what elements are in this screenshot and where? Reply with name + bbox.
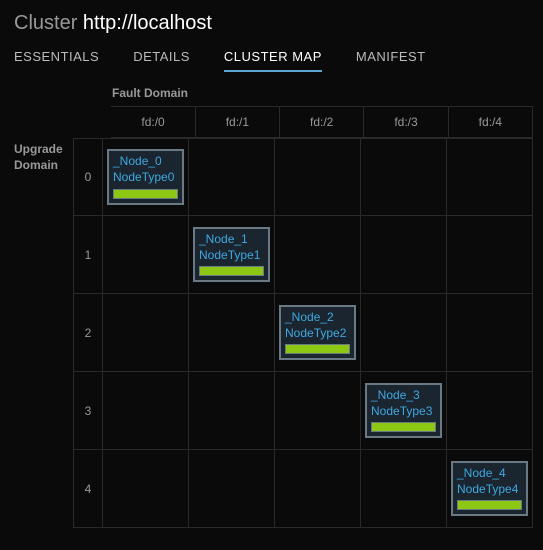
header-url: http://localhost (83, 12, 212, 34)
node-name: _Node_1 (199, 232, 264, 248)
grid-cell (189, 450, 275, 528)
column-header: fd:/2 (280, 106, 364, 138)
grid-cell (275, 450, 361, 528)
node-status-bar (285, 344, 350, 354)
tab-cluster-map[interactable]: CLUSTER MAP (224, 49, 322, 72)
grid-cell (189, 138, 275, 216)
cluster-node[interactable]: _Node_0NodeType0 (107, 149, 184, 204)
grid-row: 3 _Node_3NodeType3 (73, 372, 533, 450)
grid-cell (447, 216, 533, 294)
grid-cell (361, 216, 447, 294)
upgrade-domain-label: UpgradeDomain (14, 138, 73, 528)
row-header: 0 (73, 138, 103, 216)
grid-cell: _Node_3NodeType3 (361, 372, 447, 450)
node-name: _Node_3 (371, 388, 436, 404)
grid-cell (275, 372, 361, 450)
grid-cell (275, 216, 361, 294)
node-type: NodeType2 (285, 326, 350, 342)
node-status-bar (457, 500, 522, 510)
cluster-node[interactable]: _Node_2NodeType2 (279, 305, 356, 360)
tab-bar: ESSENTIALS DETAILS CLUSTER MAP MANIFEST (0, 43, 543, 72)
node-name: _Node_2 (285, 310, 350, 326)
tab-essentials[interactable]: ESSENTIALS (14, 49, 99, 72)
row-header: 2 (73, 294, 103, 372)
grid-row: 0_Node_0NodeType0 (73, 138, 533, 216)
grid-cell (103, 216, 189, 294)
grid-cell (447, 294, 533, 372)
node-type: NodeType3 (371, 404, 436, 420)
grid-cell (447, 138, 533, 216)
node-status-bar (199, 266, 264, 276)
tab-manifest[interactable]: MANIFEST (356, 49, 426, 72)
grid-row: 2 _Node_2NodeType2 (73, 294, 533, 372)
column-header: fd:/4 (449, 106, 533, 138)
cluster-node[interactable]: _Node_3NodeType3 (365, 383, 442, 438)
node-status-bar (113, 189, 178, 199)
node-name: _Node_0 (113, 154, 178, 170)
grid-cell: _Node_2NodeType2 (275, 294, 361, 372)
grid-cell: _Node_1NodeType1 (189, 216, 275, 294)
grid-row: 4 _Node_4NodeType4 (73, 450, 533, 528)
page-header: Cluster http://localhost (0, 0, 543, 43)
grid-cell (275, 138, 361, 216)
grid-cell (447, 372, 533, 450)
grid-cell (361, 294, 447, 372)
column-header: fd:/1 (196, 106, 280, 138)
grid-cell (103, 450, 189, 528)
node-type: NodeType1 (199, 248, 264, 264)
node-name: _Node_4 (457, 466, 522, 482)
column-header: fd:/0 (111, 106, 195, 138)
grid-cell (103, 372, 189, 450)
cluster-map: Fault Domain fd:/0fd:/1fd:/2fd:/3fd:/4 U… (0, 72, 543, 528)
grid-cell (103, 294, 189, 372)
tab-details[interactable]: DETAILS (133, 49, 190, 72)
node-type: NodeType0 (113, 170, 178, 186)
grid-cell (189, 372, 275, 450)
row-header: 3 (73, 372, 103, 450)
cluster-node[interactable]: _Node_1NodeType1 (193, 227, 270, 282)
grid-cell: _Node_0NodeType0 (103, 138, 189, 216)
fault-domain-label: Fault Domain (112, 86, 533, 100)
node-status-bar (371, 422, 436, 432)
grid-cell: _Node_4NodeType4 (447, 450, 533, 528)
column-headers: fd:/0fd:/1fd:/2fd:/3fd:/4 (82, 106, 533, 138)
header-title: Cluster (14, 12, 77, 34)
cluster-node[interactable]: _Node_4NodeType4 (451, 461, 528, 516)
node-type: NodeType4 (457, 482, 522, 498)
column-header: fd:/3 (364, 106, 448, 138)
row-header: 4 (73, 450, 103, 528)
grid-cell (189, 294, 275, 372)
grid-cell (361, 138, 447, 216)
grid-row: 1 _Node_1NodeType1 (73, 216, 533, 294)
grid-cell (361, 450, 447, 528)
row-header: 1 (73, 216, 103, 294)
